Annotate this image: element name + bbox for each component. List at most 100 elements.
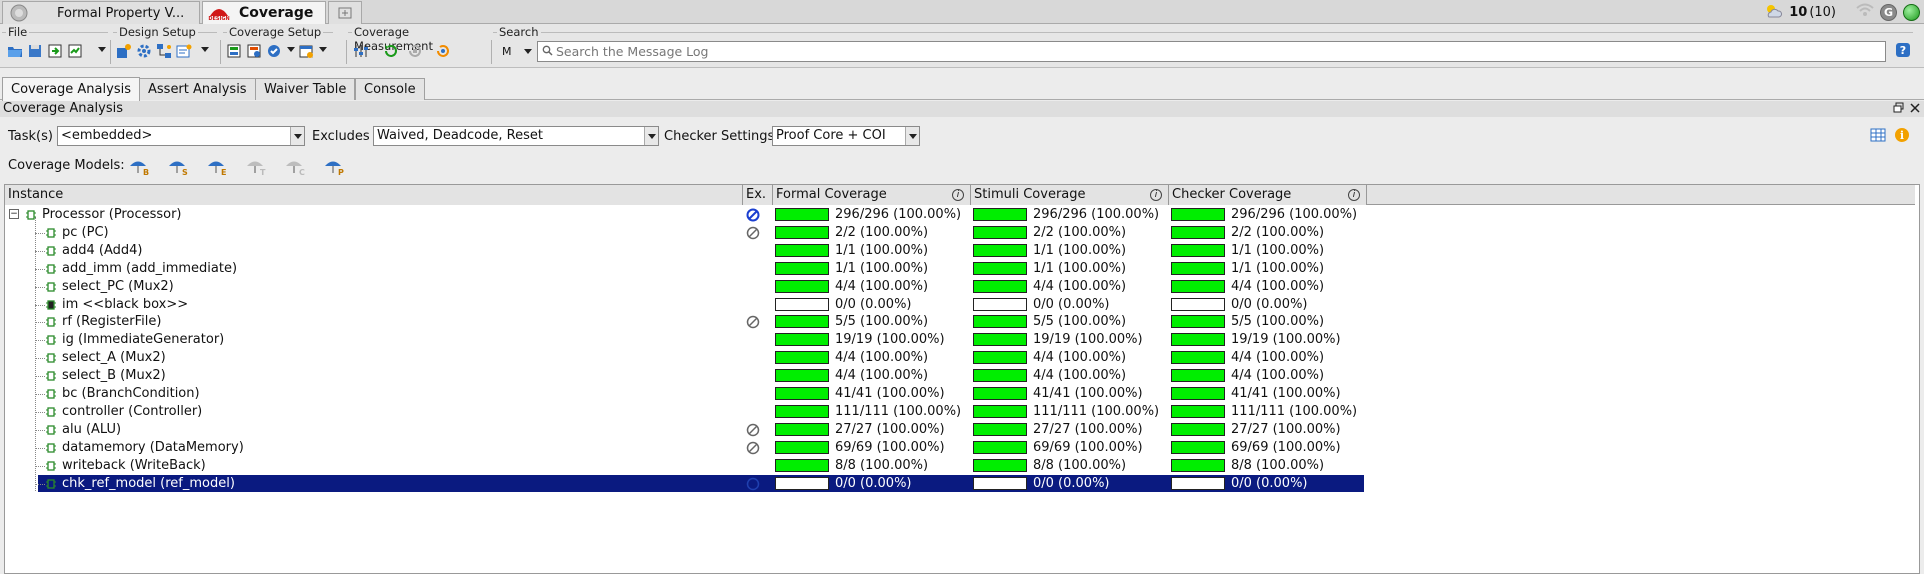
config-icon (247, 44, 261, 58)
info-icon[interactable]: i (1348, 189, 1360, 201)
table-row[interactable]: writeback (WriteBack) 8/8 (100.00%) 8/8 (1… (5, 457, 1365, 475)
coverage-model-letter: T (260, 168, 266, 177)
app-tab-formal-property[interactable]: Formal Property V... (2, 1, 200, 24)
new-tab-button[interactable] (328, 1, 362, 24)
design-hierarchy-button[interactable] (155, 42, 173, 60)
coverage-target-button[interactable] (265, 42, 283, 60)
coverage-calendar-button[interactable] (297, 42, 315, 60)
coverage-value: 19/19 (100.00%) (1033, 332, 1143, 348)
excluded-partial-icon[interactable] (746, 226, 760, 240)
table-row[interactable]: select_B (Mux2) 4/4 (100.00%) 4/4 (100.00%… (5, 367, 1365, 385)
tree-branch (35, 250, 45, 252)
close-panel-icon[interactable] (1910, 101, 1920, 117)
table-row[interactable]: rf (RegisterFile) 5/5 (100.00%) 5/5 (100.0… (5, 313, 1365, 331)
info-icon[interactable]: i (952, 189, 964, 201)
report-button[interactable] (66, 42, 84, 60)
coverage-bar (1171, 404, 1225, 418)
coverage-model-s-icon[interactable]: S (167, 157, 189, 177)
table-row[interactable]: pc (PC) 2/2 (100.00%) 2/2 (100.00%) 2/2 (10… (5, 224, 1365, 242)
tab-console[interactable]: Console (355, 78, 425, 100)
excluded-partial-icon[interactable] (746, 441, 760, 455)
checker-settings-select[interactable]: Proof Core + COI (772, 126, 920, 146)
table-row[interactable]: − Processor (Processor) 296/296 (100.00%) 2… (5, 206, 1365, 224)
design-constraints-button[interactable] (175, 42, 193, 60)
help-button[interactable]: ? (1893, 40, 1913, 60)
excludes-select[interactable]: Waived, Deadcode, Reset (373, 126, 659, 146)
coverage-model-c-icon[interactable]: C (284, 157, 306, 177)
column-header-instance[interactable]: Instance (5, 185, 743, 205)
column-header-ex[interactable]: Ex. (743, 185, 773, 205)
coverage-config-button[interactable] (245, 42, 263, 60)
info-icon[interactable]: i (1894, 127, 1910, 147)
column-title: Formal Coverage (776, 187, 887, 202)
open-button[interactable] (6, 42, 24, 60)
design-load-button[interactable] (115, 42, 133, 60)
file-dropdown-icon[interactable] (98, 47, 106, 52)
chevron-down-icon (644, 127, 658, 145)
table-row[interactable]: select_A (Mux2) 4/4 (100.00%) 4/4 (100.00%… (5, 349, 1365, 367)
coverage-setup-dropdown-icon[interactable] (319, 47, 327, 52)
float-panel-icon[interactable] (1893, 101, 1904, 117)
column-header-formal[interactable]: Formal Coverage i (773, 185, 971, 205)
coverage-value: 296/296 (100.00%) (1231, 207, 1358, 222)
status-ok-icon[interactable] (1903, 3, 1920, 21)
coverage-model-e-icon[interactable]: E (206, 157, 228, 177)
job-count-total: (10) (1809, 4, 1836, 20)
table-row[interactable]: datamemory (DataMemory) 69/69 (100.00%) 69… (5, 439, 1365, 457)
app-tab-coverage[interactable]: DESIGN Coverage (202, 1, 326, 24)
module-icon (46, 407, 56, 417)
search-input[interactable]: Search the Message Log (537, 41, 1886, 62)
table-row[interactable]: bc (BranchCondition) 41/41 (100.00%) 41/41… (5, 385, 1365, 403)
tab-waiver-table[interactable]: Waiver Table (255, 78, 356, 100)
g-status-icon[interactable]: G (1880, 3, 1897, 21)
search-icon (542, 44, 553, 59)
table-row[interactable]: alu (ALU) 27/27 (100.00%) 27/27 (100.00%) 2… (5, 421, 1365, 439)
coverage-model-letter: E (221, 168, 226, 177)
coverage-bar (1171, 387, 1225, 400)
coverage-bar (1171, 333, 1225, 347)
excluded-partial-icon[interactable] (746, 423, 760, 437)
excluded-all-icon[interactable] (746, 208, 760, 222)
search-mode-select[interactable]: M (498, 41, 534, 62)
table-row[interactable]: select_PC (Mux2) 4/4 (100.00%) 4/4 (100.00… (5, 278, 1365, 296)
module-icon (46, 389, 56, 399)
column-title: Stimuli Coverage (974, 187, 1086, 202)
table-row[interactable]: chk_ref_model (ref_model) 0/0 (0.00%) 0/0 … (5, 474, 1365, 493)
excluded-partial-icon[interactable] (746, 315, 760, 329)
export-button[interactable] (46, 42, 64, 60)
table-row[interactable]: add4 (Add4) 1/1 (100.00%) 1/1 (100.00%) 1/1… (5, 242, 1365, 260)
measure-run-button[interactable] (382, 42, 400, 60)
coverage-value: 296/296 (100.00%) (1033, 207, 1160, 222)
save-button[interactable] (26, 42, 44, 60)
coverage-bar (775, 225, 829, 239)
svg-text:?: ? (1900, 44, 1906, 57)
hierarchy-icon (157, 44, 171, 58)
table-row[interactable]: im <<black box>> 0/0 (0.00%) 0/0 (0.00%) 0/… (5, 296, 1365, 314)
table-row[interactable]: add_imm (add_immediate) 1/1 (100.00%) 1/1 … (5, 260, 1365, 278)
tab-coverage-analysis[interactable]: Coverage Analysis (2, 77, 140, 101)
coverage-model-p-icon[interactable]: P (323, 157, 345, 177)
coverage-model-t-icon[interactable]: T (245, 157, 267, 177)
measure-stop-button[interactable] (406, 42, 424, 60)
design-settings-button[interactable] (135, 42, 153, 60)
tab-assert-analysis[interactable]: Assert Analysis (139, 78, 256, 100)
coverage-model-b-icon[interactable]: B (128, 157, 150, 177)
info-icon[interactable]: i (1150, 189, 1162, 201)
tree-branch (35, 429, 45, 431)
table-row[interactable]: controller (Controller) 111/111 (100.00%)… (5, 403, 1365, 421)
excluded-partial-icon[interactable] (746, 477, 760, 491)
column-header-stimuli[interactable]: Stimuli Coverage i (971, 185, 1169, 205)
measure-settings-button[interactable] (352, 42, 370, 60)
table-row[interactable]: ig (ImmediateGenerator) 19/19 (100.00%) 19… (5, 331, 1365, 349)
module-icon (46, 317, 56, 328)
design-setup-dropdown-icon[interactable] (201, 47, 209, 52)
coverage-bar (775, 387, 829, 400)
tasks-select[interactable]: <embedded> (57, 126, 305, 146)
target-dropdown-icon[interactable] (287, 47, 295, 52)
instance-name: ig (ImmediateGenerator) (62, 332, 225, 348)
table-view-icon[interactable] (1870, 127, 1886, 147)
measure-reset-button[interactable] (434, 42, 452, 60)
collapse-icon[interactable]: − (9, 209, 19, 219)
coverage-database-button[interactable] (225, 42, 243, 60)
column-header-checker[interactable]: Checker Coverage i (1169, 185, 1367, 205)
